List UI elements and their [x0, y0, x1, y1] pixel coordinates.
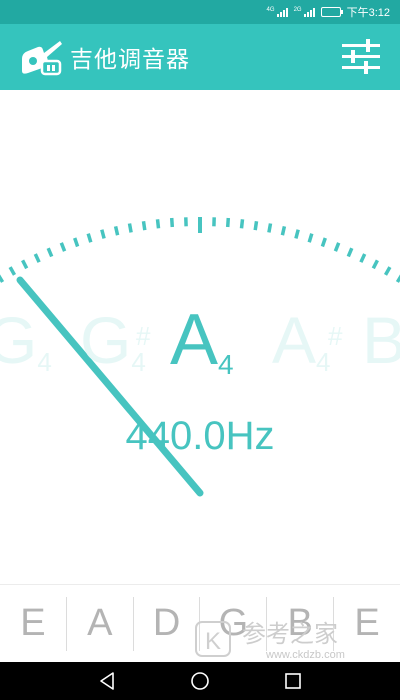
dial-tick — [307, 233, 314, 243]
dial-tick — [127, 223, 133, 233]
home-circle-icon[interactable] — [188, 669, 212, 693]
status-time: 下午3:12 — [346, 7, 390, 19]
dial-tick — [239, 219, 245, 229]
string-button-5[interactable]: B — [267, 596, 335, 651]
dial-tick — [253, 220, 259, 231]
dial-tick — [225, 217, 231, 228]
string-button-4[interactable]: G — [200, 596, 268, 651]
dial-tick — [33, 253, 41, 263]
note-far-left: G4 — [0, 303, 52, 377]
dial-tick — [280, 226, 287, 236]
guitar-tuner-icon — [22, 41, 62, 76]
network-type-2: 2G — [293, 7, 302, 13]
note-far-right: B — [362, 303, 400, 377]
current-note: A4 — [170, 300, 234, 380]
tuner-meter: G4 G #4 A4 A #4 B 440.0Hz — [0, 90, 400, 585]
app-title: 吉他调音器 — [70, 47, 190, 73]
string-button-2[interactable]: A — [67, 596, 134, 651]
dial-tick — [59, 242, 67, 252]
dial-tick — [320, 237, 327, 248]
dial-tick — [383, 266, 392, 276]
back-triangle-icon[interactable] — [95, 669, 119, 693]
note-left: G #4 — [80, 303, 151, 377]
sliders-icon[interactable] — [340, 38, 382, 76]
status-bar: 4G 2G 下午3:12 — [0, 0, 400, 24]
note-right: A #4 — [272, 303, 343, 377]
dial-tick — [346, 247, 354, 258]
network-type-1: 4G — [266, 7, 275, 13]
string-button-3[interactable]: D — [134, 596, 201, 651]
dial-tick — [0, 274, 5, 283]
signal-icon-2: 2G — [294, 7, 315, 17]
dial-tick — [73, 237, 80, 248]
signal-icon: 4G — [267, 7, 288, 17]
frequency-readout: 440.0Hz — [125, 414, 275, 458]
dial-tick — [86, 233, 93, 243]
battery-icon — [320, 7, 343, 17]
dial-tick — [141, 220, 147, 231]
dial-tick — [294, 229, 300, 239]
string-button-6[interactable]: E — [334, 597, 400, 651]
dial-tick — [21, 259, 29, 270]
string-button-1[interactable]: E — [0, 596, 67, 651]
navigation-bar — [0, 662, 400, 700]
dial-tick — [359, 253, 367, 263]
dial-tick — [333, 242, 341, 252]
note-scale: G4 G #4 A4 A #4 B — [0, 300, 400, 400]
dial-tick — [113, 226, 120, 236]
dial-tick — [100, 229, 106, 239]
dial-tick — [169, 217, 175, 228]
dial-tick — [267, 223, 273, 233]
dial-tick — [46, 247, 54, 258]
app-bar: 吉他调音器 — [0, 24, 400, 90]
recents-square-icon[interactable] — [281, 669, 305, 693]
string-selector: E A D G B E — [0, 584, 400, 662]
dial-tick — [155, 219, 161, 229]
dial-tick — [371, 259, 379, 270]
dial-tick — [8, 266, 17, 276]
